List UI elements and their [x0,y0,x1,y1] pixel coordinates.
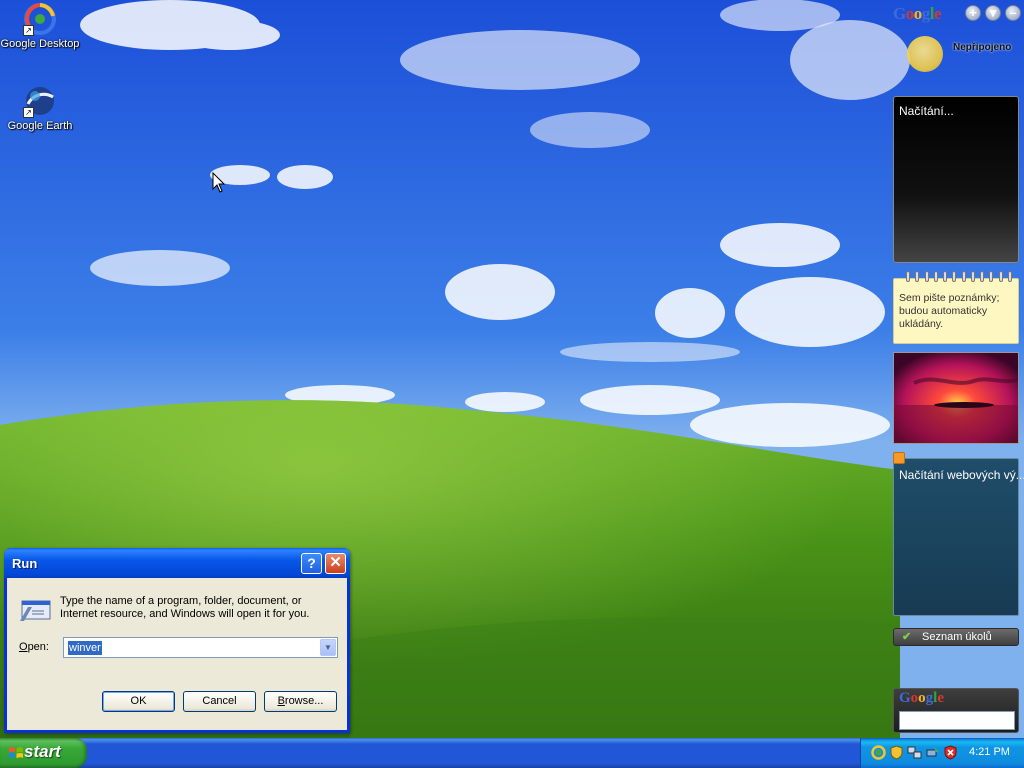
start-button[interactable]: start [0,738,87,768]
start-label: start [24,742,61,761]
network-icon[interactable] [907,745,922,760]
run-program-icon [20,600,51,621]
close-button[interactable]: ✕ [325,553,346,574]
browse-button[interactable]: Browse... [264,691,337,712]
sidebar-google-logo[interactable]: Google [893,4,942,24]
desktop-icon-label: Google Earth [7,120,73,132]
windows-logo-icon [9,747,23,759]
mouse-cursor-icon [212,172,226,193]
panel-loading-text: Načítání... [899,104,954,118]
news-loading-text: Načítání webových vý... [899,468,1024,482]
run-dialog-titlebar[interactable]: Run ? ✕ [4,548,350,578]
rss-icon [893,452,905,464]
help-button[interactable]: ? [301,553,322,574]
run-dialog: Run ? ✕ Type the name of a program, fold… [4,548,350,733]
notes-placeholder[interactable]: Sem pište poznámky; budou automaticky uk… [899,292,1017,331]
search-google-logo: Google [899,690,945,706]
safely-remove-hardware-icon[interactable] [925,745,940,760]
tasks-label: Seznam úkolů [922,631,992,643]
sidebar-add-icon[interactable]: + [965,5,981,21]
sidebar-panel-scratch-pad[interactable]: Sem pište poznámky; budou automaticky uk… [893,271,1019,344]
google-desktop-icon: ↗ [23,2,57,36]
desktop-icon-google-desktop[interactable]: ↗ Google Desktop [0,2,80,50]
sidebar-minimize-icon[interactable]: – [1005,5,1021,21]
cancel-button[interactable]: Cancel [183,691,256,712]
open-input[interactable]: winver [68,641,102,655]
ok-button[interactable]: OK [102,691,175,712]
sidebar-logo-text: Google [893,4,942,23]
google-sidebar: Google + ▾ – Nepřipojeno Načítání... Sem… [890,0,1024,738]
desktop: ↗ Google Desktop ↗ Google Earth Google +… [0,0,1024,738]
sidebar-search-box: Google [893,688,1019,733]
sidebar-status-text: Nepřipojeno [953,42,1012,53]
desktop-icon-google-earth[interactable]: ↗ Google Earth [0,84,80,132]
sidebar-menu-icon[interactable]: ▾ [985,5,1001,21]
open-field-label: Open: [19,641,49,653]
sidebar-panel-news[interactable]: Načítání webových vý... [893,452,1024,616]
notepad-rings [906,271,1012,283]
dialog-title: Run [12,556,38,571]
status-indicator-icon [907,36,943,72]
checkmark-icon: ✔ [902,631,912,643]
tasks-list-button[interactable]: ✔ Seznam úkolů [893,628,1019,646]
clock[interactable]: 4:21 PM [969,746,1010,758]
google-earth-icon: ↗ [23,84,57,118]
taskbar: start 4:21 PM [0,738,1024,768]
sidebar-panel-photos[interactable] [893,352,1019,444]
open-combobox[interactable]: winver ▼ [63,637,338,658]
sunset-photo [894,353,1018,443]
sidebar-search-input[interactable] [899,711,1015,730]
security-alert-icon[interactable] [943,745,958,760]
google-desktop-tray-icon[interactable] [871,745,886,760]
sidebar-panel-email[interactable]: Načítání... [893,96,1019,263]
system-tray: 4:21 PM [860,738,1024,768]
run-description: Type the name of a program, folder, docu… [60,595,310,620]
security-shield-icon[interactable] [889,745,904,760]
dropdown-arrow-icon[interactable]: ▼ [320,639,336,656]
desktop-icon-label: Google Desktop [0,38,80,50]
